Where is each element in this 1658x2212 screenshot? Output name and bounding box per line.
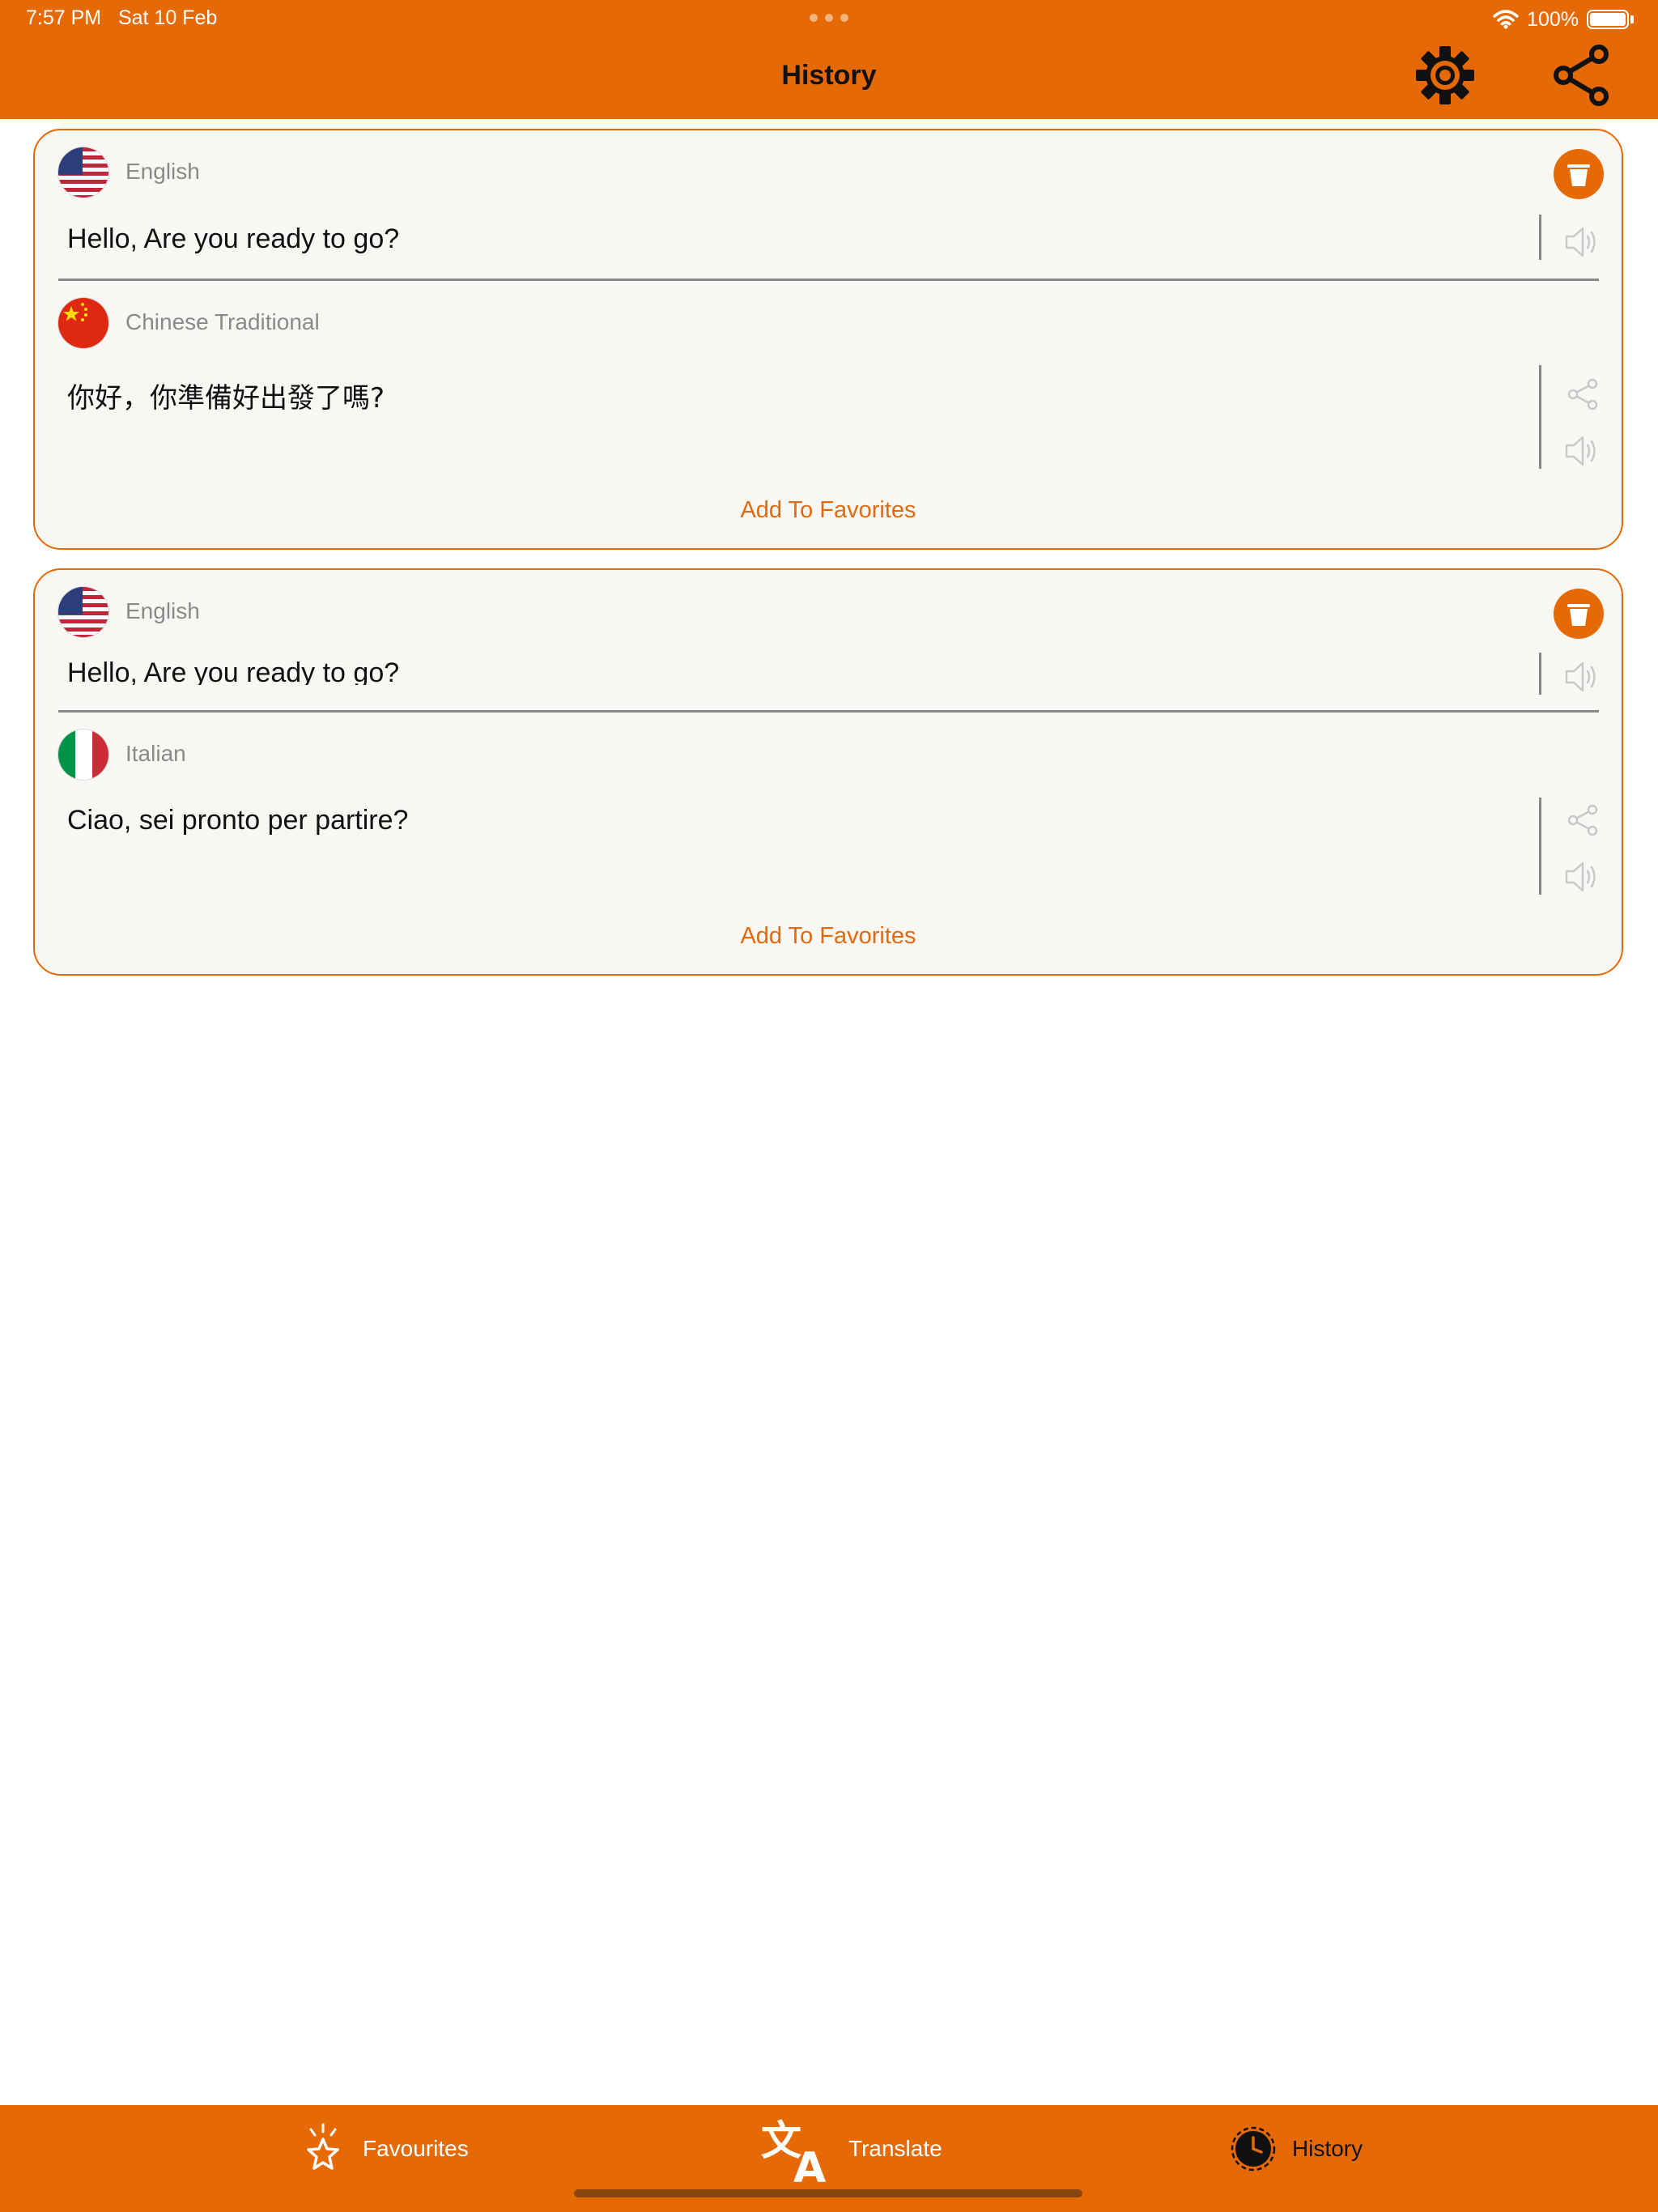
delete-button[interactable] bbox=[1554, 149, 1604, 199]
target-language-label: Italian bbox=[125, 741, 186, 766]
status-time: 7:57 PM Sat 10 Feb bbox=[26, 6, 218, 29]
delete-button[interactable] bbox=[1554, 589, 1604, 639]
target-text[interactable]: Ciao, sei pronto per partire? bbox=[67, 805, 408, 836]
source-text[interactable]: Hello, Are you ready to go? bbox=[67, 223, 399, 255]
tab-translate[interactable]: 文 A Translate bbox=[758, 2105, 942, 2193]
multitasking-dots-icon[interactable] bbox=[810, 8, 848, 28]
page-title: History bbox=[781, 60, 877, 91]
add-to-favorites-button[interactable]: Add To Favorites bbox=[35, 923, 1622, 950]
italy-flag-icon bbox=[57, 729, 109, 781]
tab-translate-label: Translate bbox=[848, 2136, 942, 2161]
settings-button[interactable] bbox=[1412, 42, 1478, 108]
tab-favourites-label: Favourites bbox=[363, 2136, 469, 2161]
speak-source-button[interactable] bbox=[1560, 219, 1605, 265]
trash-icon bbox=[1567, 164, 1590, 186]
star-icon bbox=[307, 2123, 339, 2170]
history-card: English Hello, Are you ready to go? Chin… bbox=[33, 129, 1623, 550]
speaker-icon bbox=[1565, 861, 1596, 892]
clock-history-icon bbox=[1231, 2126, 1276, 2172]
speaker-icon bbox=[1565, 661, 1596, 692]
trash-icon bbox=[1567, 604, 1590, 626]
speak-source-button[interactable] bbox=[1560, 654, 1605, 700]
battery-percent: 100% bbox=[1527, 7, 1579, 31]
speaker-icon bbox=[1565, 227, 1596, 257]
share-icon bbox=[1554, 45, 1609, 106]
share-icon bbox=[1567, 804, 1598, 836]
wifi-icon bbox=[1493, 10, 1519, 29]
history-card: English Hello, Are you ready to go? Ital… bbox=[33, 568, 1623, 976]
us-flag-icon bbox=[57, 586, 109, 638]
battery-icon bbox=[1587, 10, 1629, 29]
source-language-label: English bbox=[125, 598, 200, 623]
share-button[interactable] bbox=[1548, 42, 1614, 108]
status-indicators: 100% bbox=[1493, 5, 1634, 34]
divider bbox=[58, 710, 1599, 713]
translate-icon: 文 A bbox=[761, 2117, 826, 2184]
gear-icon bbox=[1416, 46, 1474, 104]
share-icon bbox=[1567, 378, 1598, 410]
speak-target-button[interactable] bbox=[1560, 854, 1605, 900]
home-indicator[interactable] bbox=[574, 2189, 1082, 2197]
share-translation-button[interactable] bbox=[1560, 372, 1605, 417]
svg-text:A: A bbox=[793, 2144, 826, 2184]
source-text[interactable]: Hello, Are you ready to go? bbox=[67, 657, 399, 685]
top-bar: 7:57 PM Sat 10 Feb 100% History bbox=[0, 0, 1658, 119]
china-flag-icon bbox=[57, 297, 109, 349]
tab-favourites[interactable]: Favourites bbox=[300, 2105, 469, 2193]
us-flag-icon bbox=[57, 147, 109, 198]
target-text[interactable]: 你好，你準備好出發了嗎? bbox=[67, 376, 385, 415]
tab-history-label: History bbox=[1292, 2136, 1363, 2161]
share-translation-button[interactable] bbox=[1560, 798, 1605, 843]
add-to-favorites-button[interactable]: Add To Favorites bbox=[35, 497, 1622, 524]
target-language-label: Chinese Traditional bbox=[125, 309, 320, 334]
speak-target-button[interactable] bbox=[1560, 428, 1605, 474]
tab-history[interactable]: History bbox=[1231, 2105, 1363, 2193]
speaker-icon bbox=[1565, 436, 1596, 466]
divider bbox=[58, 279, 1599, 281]
source-language-label: English bbox=[125, 159, 200, 184]
